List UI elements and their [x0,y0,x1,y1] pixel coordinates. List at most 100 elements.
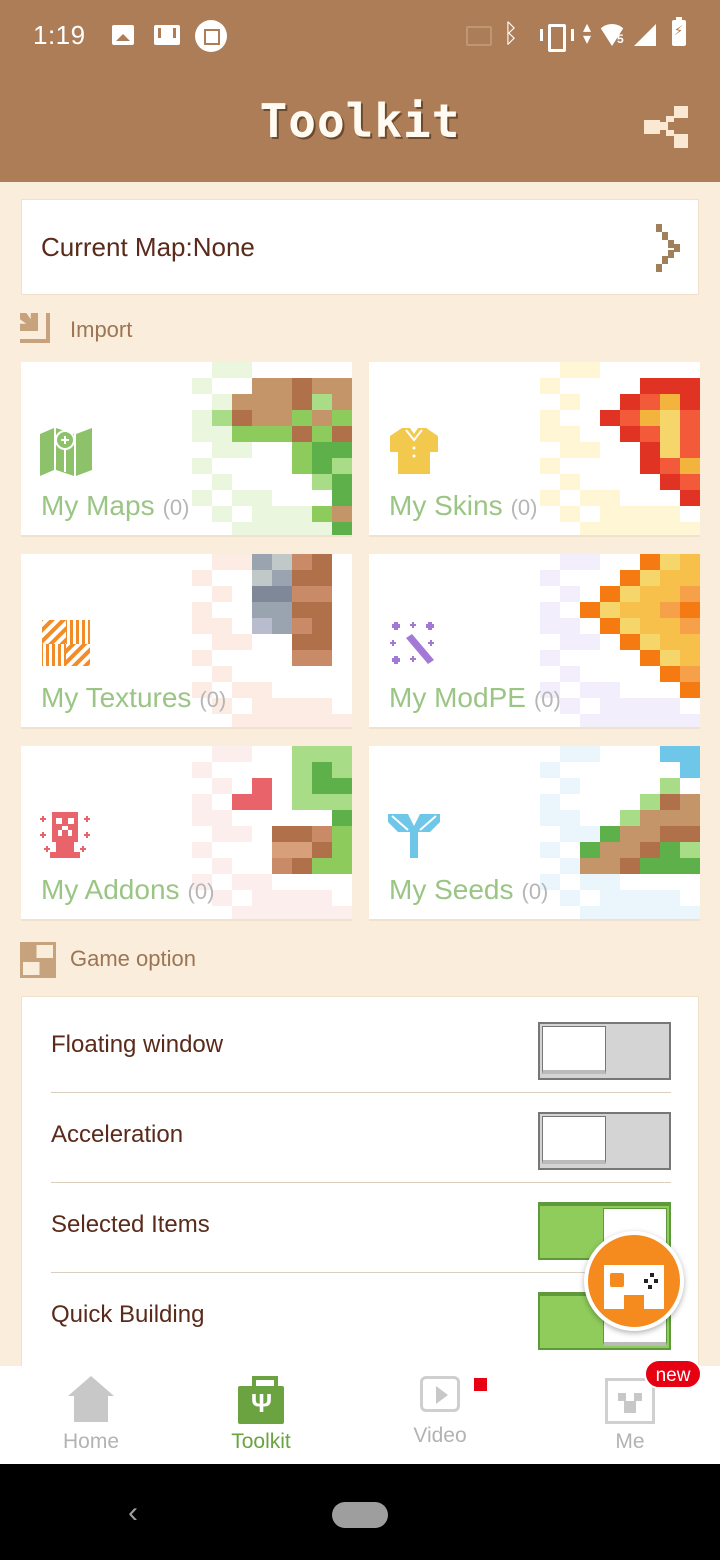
pixel-art-cell [660,506,680,522]
pixel-art-cell [680,650,700,666]
home-pill-button[interactable] [332,1502,388,1528]
pixel-art-cell [560,442,580,458]
pixel-art-cell [332,762,352,778]
tile-my-addons[interactable]: My Addons (0) [21,746,352,921]
pixel-art-cell [640,570,660,586]
pixel-art-cell [312,650,332,666]
game-launch-fab[interactable] [584,1231,684,1331]
nav-item-home[interactable]: Home [31,1366,151,1464]
chevron-right-icon [656,224,682,272]
toggle-knob [542,1026,606,1074]
pixel-art-cell [312,842,332,858]
pixel-art-cell [252,586,272,602]
pixel-art-cell [312,378,332,394]
pixel-art-cell [680,746,700,762]
pixel-art-cell [620,698,640,714]
pixel-art-cell [680,602,700,618]
tile-my-seeds[interactable]: My Seeds (0) [369,746,700,921]
pixel-art-cell [660,618,680,634]
pixel-art-cell [540,810,560,826]
pixel-art-cell [600,618,620,634]
pixel-art-cell [680,586,700,602]
tile-my-skins[interactable]: My Skins (0) [369,362,700,537]
pixel-art-cell [292,778,312,794]
pixel-art-cell [660,378,680,394]
share-button[interactable] [644,106,690,148]
pixel-art-cell [292,394,312,410]
pixel-art-cell [560,586,580,602]
pixel-art-cell [540,490,560,506]
pixel-art-cell [232,426,252,442]
pixel-art-cell [680,906,700,919]
acceleration-toggle[interactable] [538,1112,671,1170]
pixel-art-cell [580,362,600,378]
app-bar: Toolkit [0,72,720,182]
pixel-art-cell [252,394,272,410]
pixel-art-cell [620,906,640,919]
floating-window-toggle[interactable] [538,1022,671,1080]
pixel-art-cell [640,410,660,426]
pixel-art-cell [600,586,620,602]
pixel-art-cell [212,474,232,490]
pixel-art-cell [620,842,640,858]
pixel-art-cell [332,842,352,858]
back-button[interactable]: ‹ [128,1496,138,1530]
pixel-art-cell [292,698,312,714]
current-map-card[interactable]: Current Map:None [21,199,699,295]
pixel-art-cell [212,858,232,874]
tile-my-maps[interactable]: My Maps (0) [21,362,352,537]
pixel-art-cell [680,858,700,874]
pixel-art-cell [312,858,332,874]
pixel-art-cell [332,490,352,506]
pixel-art-cell [580,746,600,762]
pixel-art-cell [252,618,272,634]
pixel-art-cell [272,858,292,874]
pixel-art-cell [312,474,332,490]
signal-icon [634,24,656,46]
pixel-art-cell [540,602,560,618]
pixel-art-cell [232,794,252,810]
map-icon [40,426,92,476]
pixel-art-cell [540,842,560,858]
pixel-art-cell [620,714,640,727]
pixel-art-cell [640,442,660,458]
pixel-art-cell [252,410,272,426]
pixel-art-cell [660,570,680,586]
pixel-art-cell [620,410,640,426]
pixel-art-cell [660,890,680,906]
tile-my-textures[interactable]: My Textures (0) [21,554,352,729]
pixel-art-cell [272,602,292,618]
pixel-art-cell [212,778,232,794]
pixel-art-cell [272,426,292,442]
pixel-art-cell [680,794,700,810]
pixel-art-cell [212,506,232,522]
tile-my-modpe[interactable]: My ModPE (0) [369,554,700,729]
pixel-art-cell [212,826,232,842]
pixel-art-cell [540,426,560,442]
pixel-art-cell [680,426,700,442]
pixel-art-cell [312,826,332,842]
pixel-art-cell [580,906,600,919]
pixel-art-cell [640,586,660,602]
pixel-art-cell [680,474,700,490]
pixel-art-cell [252,682,272,698]
pixel-art-cell [232,714,252,727]
texture-icon [40,618,92,668]
pixel-art-cell [640,906,660,919]
pixel-art-cell [332,778,352,794]
pixel-art-cell [620,586,640,602]
pixel-art-cell [312,426,332,442]
pixel-art-cell [292,794,312,810]
nav-item-toolkit[interactable]: Toolkit [201,1366,321,1464]
pixel-art-cell [600,906,620,919]
pixel-art-cell [252,698,272,714]
pixel-art-cell [232,490,252,506]
pixel-art-cell [620,394,640,410]
pixel-art-cell [212,890,232,906]
pixel-art-cell [560,474,580,490]
pixel-art-cell [332,506,352,522]
option-label: Acceleration [51,1121,184,1148]
pixel-art-cell [600,826,620,842]
pixel-art-cell [660,810,680,826]
toggle-list-icon [20,942,56,978]
